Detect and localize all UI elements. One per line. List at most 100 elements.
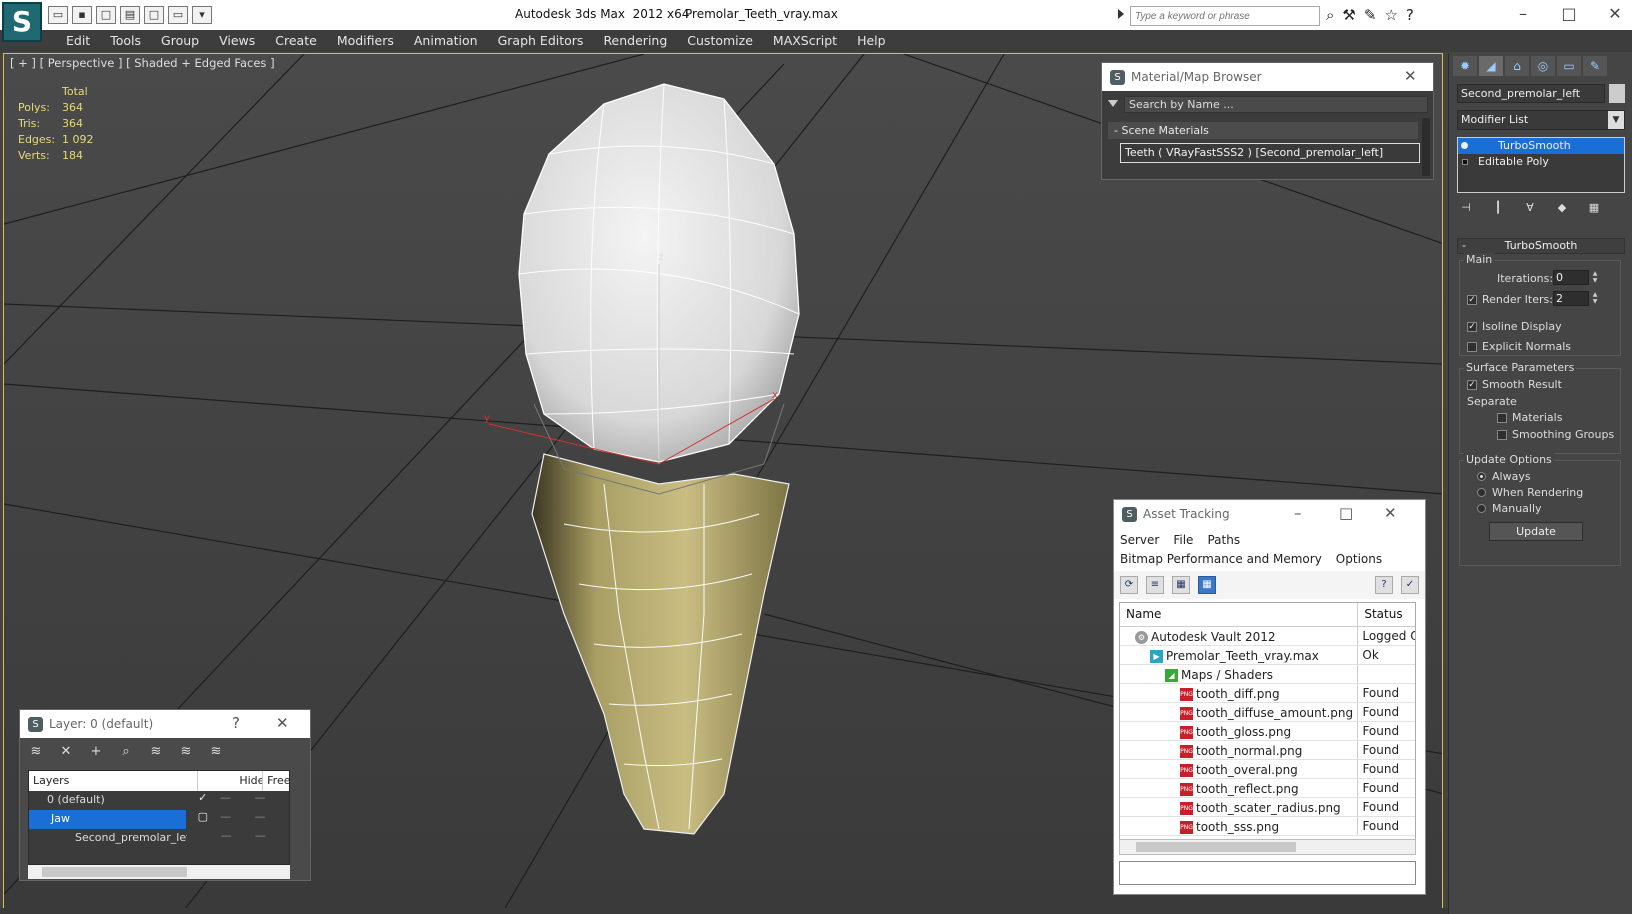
update-button[interactable]: Update: [1489, 522, 1583, 541]
explicit-normals-row[interactable]: Explicit Normals: [1467, 340, 1571, 353]
object-name-field[interactable]: Second_premolar_left: [1457, 84, 1605, 103]
binoculars-icon[interactable]: ⌕: [1326, 6, 1334, 24]
asset-row[interactable]: PNG tooth_normal.png Found: [1120, 741, 1415, 760]
smooth-result-row[interactable]: ✓ Smooth Result: [1467, 378, 1562, 391]
highlight-layer-icon[interactable]: ≋: [146, 743, 166, 761]
hide-all-icon[interactable]: ≋: [176, 743, 196, 761]
menu-options[interactable]: Options: [1336, 552, 1382, 566]
materials-checkbox[interactable]: [1497, 412, 1507, 423]
asset-row[interactable]: PNG tooth_sss.png Found: [1120, 817, 1415, 836]
render-iters-spinner[interactable]: 2: [1553, 291, 1589, 306]
close-icon[interactable]: ✕: [1592, 2, 1632, 26]
layer-horizontal-scrollbar[interactable]: [28, 865, 290, 879]
search-box[interactable]: [1130, 6, 1320, 26]
create-tab-icon[interactable]: ✹: [1453, 56, 1477, 76]
remove-modifier-icon[interactable]: ◆: [1553, 199, 1571, 217]
maximize-icon[interactable]: □: [1546, 2, 1592, 26]
save-file-icon[interactable]: ▪: [72, 6, 92, 24]
hide-toggle[interactable]: —: [221, 829, 255, 848]
open-file-icon[interactable]: ▭: [48, 6, 68, 24]
render-iters-spin-arrows-icon[interactable]: ▲ ▼: [1591, 291, 1599, 306]
menu-paths[interactable]: Paths: [1207, 533, 1240, 547]
app-logo-icon[interactable]: S: [2, 2, 42, 42]
menu-modifiers[interactable]: Modifiers: [327, 30, 404, 52]
asset-row[interactable]: ▶ Premolar_Teeth_vray.max Ok: [1120, 646, 1415, 665]
menu-graph-editors[interactable]: Graph Editors: [488, 30, 594, 52]
manually-radio[interactable]: [1477, 504, 1486, 513]
stack-item-editable-poly[interactable]: Editable Poly: [1458, 154, 1624, 170]
menu-create[interactable]: Create: [265, 30, 327, 52]
menu-edit[interactable]: Edit: [56, 30, 100, 52]
column-hide[interactable]: Hide: [235, 771, 264, 791]
menu-views[interactable]: Views: [209, 30, 265, 52]
minimize-icon[interactable]: –: [1294, 504, 1302, 522]
help-icon[interactable]: ?: [1375, 576, 1393, 594]
material-search-input[interactable]: Search by Name ...: [1124, 96, 1428, 113]
material-scrollbar[interactable]: [1422, 118, 1430, 176]
favorites-star-icon[interactable]: ☆: [1384, 6, 1397, 24]
list-view-icon[interactable]: ≡: [1146, 576, 1164, 594]
column-name[interactable]: Name: [1120, 603, 1359, 626]
refresh-icon[interactable]: ⟳: [1120, 576, 1138, 594]
render-iters-checkbox[interactable]: ✓: [1467, 294, 1477, 305]
configure-sets-icon[interactable]: ▦: [1585, 199, 1603, 217]
hide-toggle[interactable]: —: [220, 810, 254, 829]
close-icon[interactable]: ✕: [276, 714, 289, 732]
display-tab-icon[interactable]: ▭: [1557, 56, 1581, 76]
smoothing-groups-checkbox[interactable]: [1497, 429, 1507, 440]
isoline-display-row[interactable]: ✓ Isoline Display: [1467, 320, 1562, 333]
add-to-layer-icon[interactable]: +: [86, 743, 106, 761]
asset-row[interactable]: PNG tooth_reflect.png Found: [1120, 779, 1415, 798]
menu-maxscript[interactable]: MAXScript: [763, 30, 847, 52]
utilities-tab-icon[interactable]: ✎: [1583, 56, 1607, 76]
update-when-rendering-row[interactable]: When Rendering: [1477, 486, 1583, 499]
freeze-toggle[interactable]: —: [254, 791, 289, 810]
fetch-icon[interactable]: □: [144, 6, 164, 24]
explicit-normals-checkbox[interactable]: [1467, 341, 1477, 352]
filter-dropdown-icon[interactable]: [1108, 100, 1118, 107]
menu-rendering[interactable]: Rendering: [593, 30, 677, 52]
asset-row[interactable]: PNG tooth_diffuse_amount.png Found: [1120, 703, 1415, 722]
modifier-list-dropdown[interactable]: Modifier List ▼: [1457, 110, 1625, 130]
viewport-label[interactable]: [ + ] [ Perspective ] [ Shaded + Edged F…: [10, 56, 275, 70]
maximize-icon[interactable]: □: [1339, 504, 1353, 522]
smoothing-groups-row[interactable]: Smoothing Groups: [1497, 428, 1614, 441]
isoline-display-checkbox[interactable]: ✓: [1467, 321, 1477, 332]
always-radio[interactable]: [1477, 472, 1486, 481]
lightbulb-icon[interactable]: [1461, 142, 1468, 149]
project-folder-icon[interactable]: ▭: [168, 6, 188, 24]
menu-customize[interactable]: Customize: [677, 30, 763, 52]
make-unique-icon[interactable]: ∀: [1521, 199, 1539, 217]
smooth-result-checkbox[interactable]: ✓: [1467, 379, 1477, 390]
asset-row[interactable]: PNG tooth_scater_radius.png Found: [1120, 798, 1415, 817]
materials-row[interactable]: Materials: [1497, 411, 1562, 424]
layer-row[interactable]: 0 (default) ✓ — —: [29, 791, 289, 810]
column-layers[interactable]: Layers: [29, 771, 198, 791]
menu-group[interactable]: Group: [151, 30, 209, 52]
help-icon[interactable]: ?: [1406, 6, 1414, 24]
asset-horizontal-scrollbar[interactable]: [1119, 839, 1416, 855]
subscription-icon[interactable]: ⚒: [1342, 6, 1355, 24]
when-rendering-radio[interactable]: [1477, 488, 1486, 497]
close-icon[interactable]: ✕: [1404, 67, 1417, 85]
thumbnail-view-icon[interactable]: ▦: [1172, 576, 1190, 594]
asset-row[interactable]: PNG tooth_gloss.png Found: [1120, 722, 1415, 741]
column-freeze[interactable]: Freeze: [263, 771, 289, 791]
menu-help[interactable]: Help: [847, 30, 896, 52]
delete-layer-icon[interactable]: ✕: [56, 743, 76, 761]
menu-animation[interactable]: Animation: [404, 30, 488, 52]
motion-tab-icon[interactable]: ◎: [1531, 56, 1555, 76]
menu-tools[interactable]: Tools: [100, 30, 151, 52]
menu-file[interactable]: File: [1173, 533, 1193, 547]
select-in-layer-icon[interactable]: ⌕: [116, 743, 136, 761]
asset-row[interactable]: ◢ Maps / Shaders: [1120, 665, 1415, 684]
highlight-icon[interactable]: ✓: [1401, 576, 1419, 594]
menu-bitmap-performance[interactable]: Bitmap Performance and Memory: [1120, 552, 1322, 566]
expand-icon[interactable]: [1462, 159, 1468, 165]
new-file-icon[interactable]: □: [96, 6, 116, 24]
asset-path-field[interactable]: [1119, 861, 1416, 885]
freeze-all-icon[interactable]: ≋: [206, 743, 226, 761]
hold-icon[interactable]: ▤: [120, 6, 140, 24]
freeze-toggle[interactable]: —: [255, 810, 289, 829]
iterations-spin-arrows-icon[interactable]: ▲ ▼: [1591, 270, 1599, 285]
